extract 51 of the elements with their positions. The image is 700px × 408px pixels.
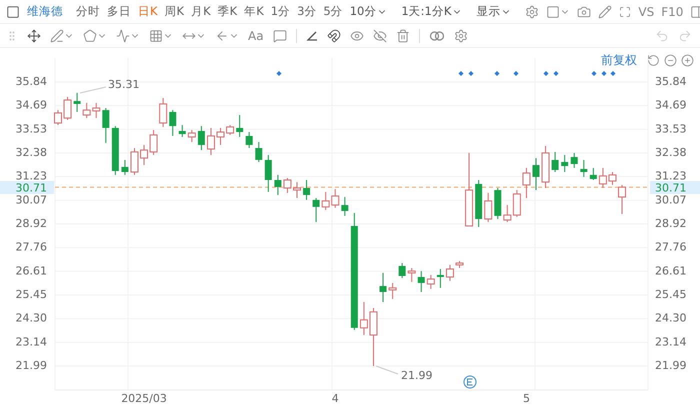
date-axis-label: 2025/03 xyxy=(121,392,167,405)
price-axis-label: 26.61 xyxy=(655,264,686,278)
text-tool-button[interactable]: Aa xyxy=(248,28,264,42)
price-axis-label: 21.99 xyxy=(16,359,47,372)
price-axis-label: 34.69 xyxy=(16,98,47,112)
period-tab[interactable]: 季K xyxy=(218,4,238,19)
period-tab[interactable]: 5分 xyxy=(323,4,343,19)
price-axis-label: 33.53 xyxy=(16,122,47,136)
price-axis-label: 26.61 xyxy=(16,264,47,278)
compare-button[interactable]: VS xyxy=(638,4,654,18)
price-axis-label: 35.84 xyxy=(16,75,47,88)
price-axis-label: 24.30 xyxy=(655,312,686,325)
period-tab[interactable]: 周K xyxy=(164,4,184,19)
price-axis-label: 31.23 xyxy=(655,170,686,183)
price-axis-label: 30.07 xyxy=(655,193,686,206)
period-tab[interactable]: 年K xyxy=(244,4,264,19)
period-tab[interactable]: 月K xyxy=(191,4,211,19)
price-axis-label: 28.92 xyxy=(655,217,686,230)
price-axis-label: 27.76 xyxy=(16,240,47,254)
price-axis-label: 34.69 xyxy=(655,98,686,112)
high-price-label: 35.31 xyxy=(108,78,140,91)
price-axis-label: 28.92 xyxy=(16,216,47,230)
period-tab[interactable]: 分时 xyxy=(76,4,100,19)
price-axis-label: 25.45 xyxy=(655,288,686,301)
stock-name[interactable]: 维海德 xyxy=(27,4,63,19)
adjust-mode-link[interactable]: 前复权 xyxy=(601,52,637,69)
price-axis-label: 24.30 xyxy=(16,312,47,325)
dropdown-button[interactable]: 1天:1分K xyxy=(401,4,462,19)
period-tab[interactable]: 多日 xyxy=(107,4,131,19)
price-axis-label: 35.84 xyxy=(655,75,686,88)
period-tab[interactable]: 1分 xyxy=(270,4,290,19)
date-axis-label: 5 xyxy=(522,392,530,405)
current-price-badge: 30.71 xyxy=(0,181,54,194)
dropdown-button[interactable]: 10分 xyxy=(350,4,388,19)
current-price-badge: 30.71 xyxy=(650,181,700,194)
price-axis-label: 30.07 xyxy=(16,193,47,206)
price-axis-label: 33.53 xyxy=(655,122,686,136)
price-axis-label: 27.76 xyxy=(655,240,686,254)
price-axis-label: 31.23 xyxy=(16,170,47,183)
f10-button[interactable]: F10 xyxy=(661,4,684,18)
period-tab[interactable]: 3分 xyxy=(297,4,316,19)
date-axis-label: 4 xyxy=(332,392,339,405)
low-price-label: 21.99 xyxy=(401,369,432,382)
price-axis-label: 32.38 xyxy=(16,146,47,159)
price-axis-label: 23.14 xyxy=(655,335,686,348)
price-axis-label: 23.14 xyxy=(16,335,47,348)
price-axis-label: 25.45 xyxy=(16,288,47,302)
dropdown-button[interactable]: 显示 xyxy=(476,4,512,19)
period-tab[interactable]: 日K xyxy=(138,4,158,19)
price-axis-label: 32.38 xyxy=(655,146,686,159)
price-axis-label: 21.99 xyxy=(655,359,686,372)
